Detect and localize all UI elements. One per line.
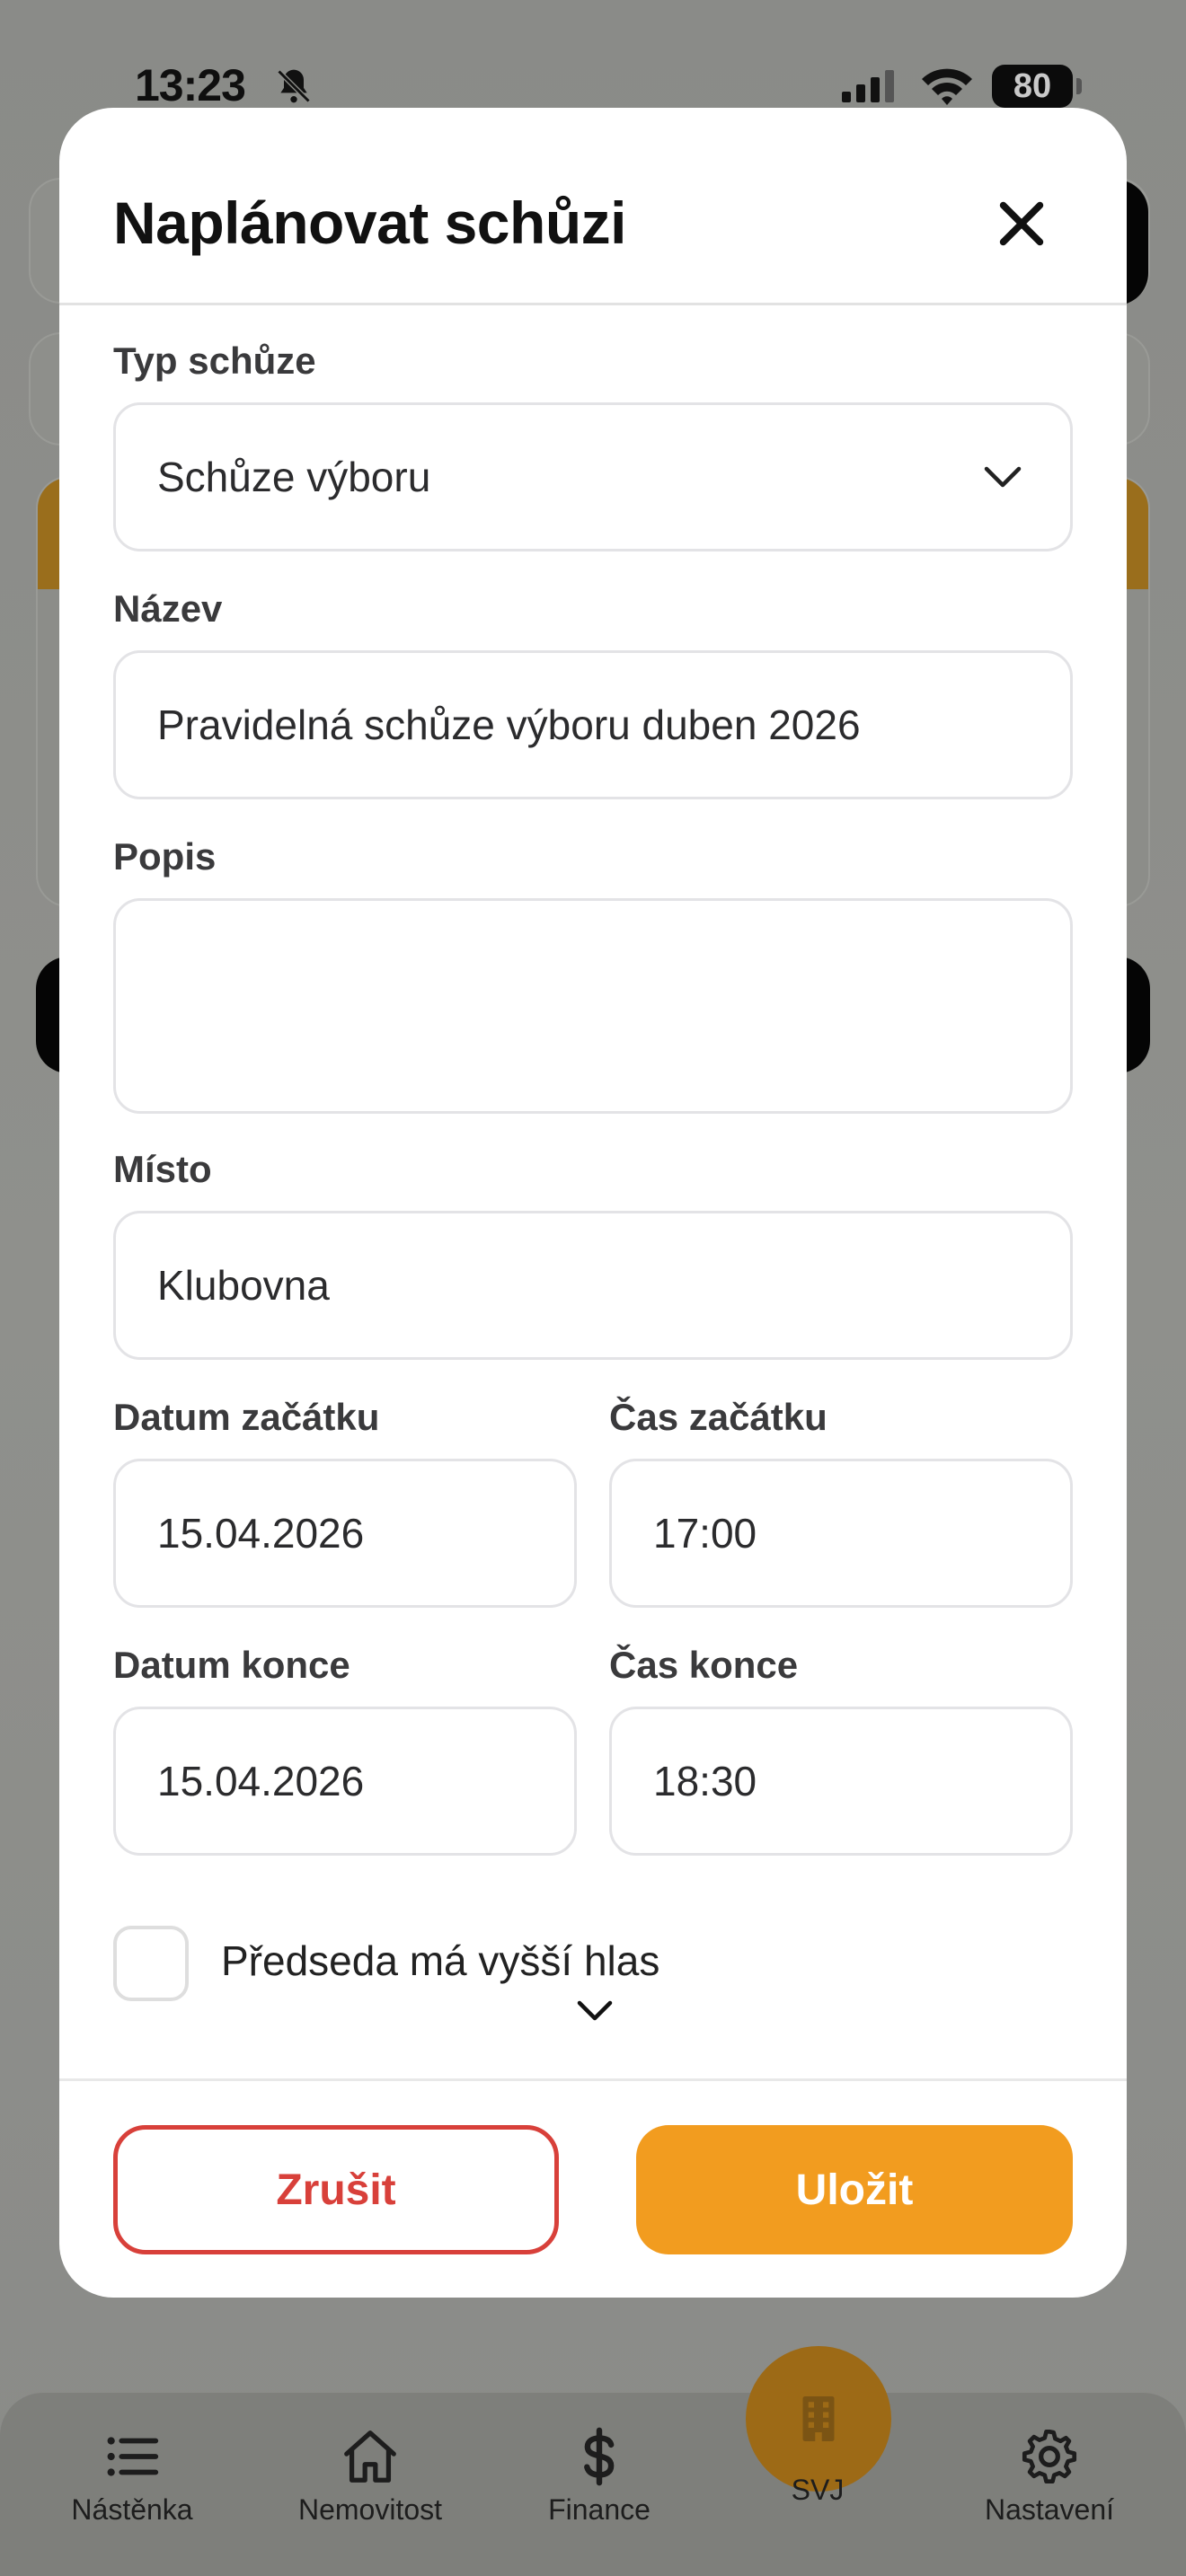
start-date-input[interactable]: 15.04.2026	[113, 1459, 577, 1608]
schedule-meeting-modal: Naplánovat schůzi Typ schůze Schůze výbo…	[59, 108, 1127, 2298]
scroll-down-chevron-icon	[577, 2000, 613, 2021]
tab-label: SVJ	[791, 2474, 845, 2506]
description-textarea[interactable]	[113, 898, 1073, 1114]
modal-header: Naplánovat schůzi	[59, 108, 1127, 305]
meeting-type-label: Typ schůze	[113, 340, 316, 382]
building-icon	[802, 2396, 835, 2441]
chevron-down-icon	[984, 466, 1022, 488]
place-label: Místo	[113, 1148, 212, 1190]
tab-label: Finance	[548, 2493, 651, 2526]
start-date-label: Datum začátku	[113, 1396, 380, 1438]
svj-fab-button[interactable]	[746, 2346, 891, 2492]
chairman-higher-vote-label[interactable]: Předseda má vyšší hlas	[221, 1936, 659, 1985]
start-date-value: 15.04.2026	[157, 1510, 365, 1557]
tab-label: Nastavení	[984, 2493, 1115, 2526]
name-label: Název	[113, 587, 223, 630]
tab-nemovitost[interactable]: Nemovitost	[271, 2425, 469, 2527]
end-date-label: Datum konce	[113, 1644, 350, 1686]
tab-nastenka[interactable]: Nástěnka	[33, 2425, 231, 2527]
dollar-icon	[584, 2427, 615, 2486]
close-button[interactable]	[990, 192, 1053, 255]
modal-title: Naplánovat schůzi	[113, 190, 626, 256]
close-icon	[999, 201, 1044, 246]
description-label: Popis	[113, 835, 217, 878]
end-time-input[interactable]: 18:30	[609, 1707, 1073, 1856]
meeting-type-value: Schůze výboru	[157, 454, 431, 500]
bell-muted-icon	[277, 69, 311, 103]
tab-label: Nástěnka	[71, 2493, 193, 2526]
status-time: 13:23	[135, 60, 246, 110]
house-icon	[344, 2430, 396, 2483]
name-value: Pravidelná schůze výboru duben 2026	[157, 701, 861, 748]
start-time-input[interactable]: 17:00	[609, 1459, 1073, 1608]
gear-icon	[1022, 2429, 1077, 2484]
wifi-icon	[922, 68, 972, 105]
list-icon	[107, 2437, 159, 2476]
chairman-higher-vote-checkbox[interactable]	[113, 1926, 189, 2001]
place-value: Klubovna	[157, 1262, 330, 1309]
tab-label: Nemovitost	[297, 2493, 443, 2526]
name-input[interactable]: Pravidelná schůze výboru duben 2026	[113, 650, 1073, 799]
start-time-label: Čas začátku	[609, 1396, 828, 1438]
save-button[interactable]: Uložit	[636, 2125, 1073, 2254]
end-date-input[interactable]: 15.04.2026	[113, 1707, 577, 1856]
start-time-value: 17:00	[653, 1510, 757, 1557]
place-input[interactable]: Klubovna	[113, 1211, 1073, 1360]
footer-divider	[59, 2078, 1127, 2081]
tab-nastaveni[interactable]: Nastavení	[951, 2425, 1148, 2527]
end-time-label: Čas konce	[609, 1644, 799, 1686]
tab-svj[interactable]: SVJ	[719, 2474, 916, 2507]
cellular-signal-icon	[842, 70, 894, 102]
end-date-value: 15.04.2026	[157, 1758, 365, 1804]
battery-indicator: 80	[992, 65, 1082, 108]
cancel-button[interactable]: Zrušit	[113, 2125, 559, 2254]
tab-finance[interactable]: Finance	[500, 2425, 698, 2527]
meeting-type-select[interactable]: Schůze výboru	[113, 402, 1073, 551]
end-time-value: 18:30	[653, 1758, 757, 1804]
